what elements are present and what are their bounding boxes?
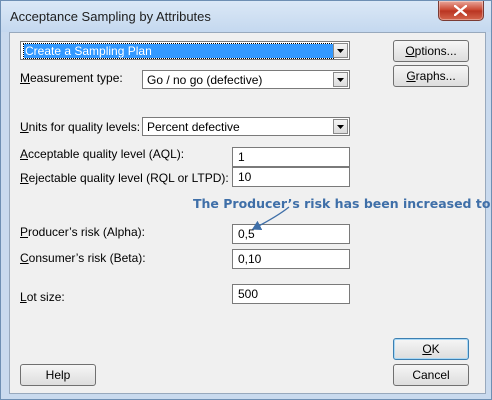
- dialog-window: Acceptance Sampling by Attributes Create…: [0, 0, 492, 400]
- close-button[interactable]: [438, 1, 484, 21]
- title-bar: Acceptance Sampling by Attributes: [1, 1, 491, 32]
- annotation-arrow: [251, 206, 290, 231]
- dialog-body: Create a Sampling Plan Measurement type:…: [9, 32, 491, 394]
- window-title: Acceptance Sampling by Attributes: [10, 9, 211, 24]
- close-icon: [454, 5, 467, 16]
